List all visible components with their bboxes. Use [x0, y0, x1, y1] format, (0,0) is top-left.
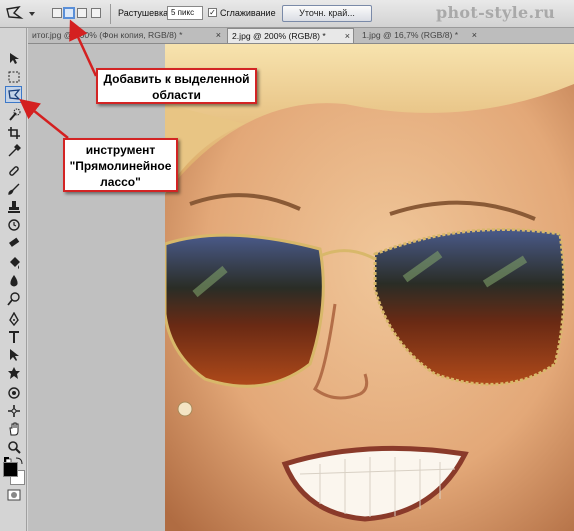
callout-line: лассо"	[100, 175, 141, 189]
callout-line: инструмент	[85, 143, 156, 157]
callout-line: Добавить к выделенной	[103, 72, 250, 86]
callout-line: "Прямолинейное	[69, 159, 172, 173]
callout-line: области	[152, 88, 201, 102]
callout-add-to-selection: Добавить к выделенной области	[96, 68, 257, 104]
callout-polygonal-lasso: инструмент "Прямолинейное лассо"	[63, 138, 178, 192]
annotation-arrows	[19, 19, 98, 139]
